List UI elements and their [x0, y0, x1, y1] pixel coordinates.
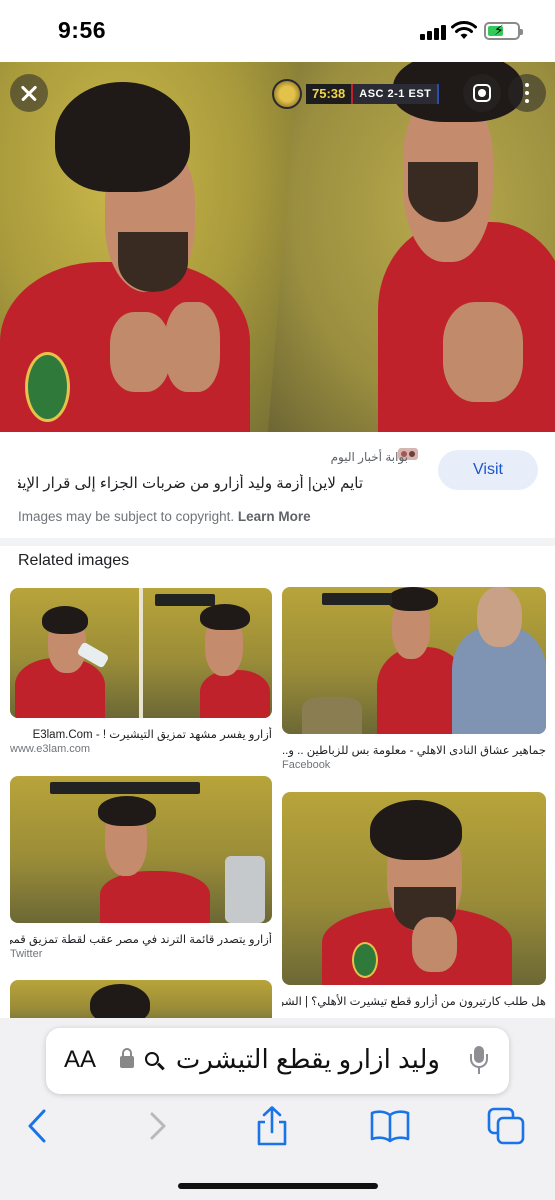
related-image-source: www.e3lam.com — [10, 743, 91, 755]
lock-icon — [120, 1048, 134, 1070]
tabs-icon[interactable] — [486, 1106, 526, 1146]
copyright-notice: Images may be subject to copyright. Lear… — [18, 509, 311, 524]
bookmarks-book-icon[interactable] — [370, 1106, 410, 1146]
related-image-caption[interactable]: جماهير عشاق النادى الاهلي - معلومة بس لل… — [282, 743, 546, 757]
related-image-source: Twitter — [10, 948, 43, 960]
microphone-icon[interactable] — [470, 1046, 488, 1076]
wifi-icon — [451, 21, 477, 39]
main-image-left-frame — [0, 62, 300, 432]
main-image[interactable]: 75:38 ASC 2-1 EST — [0, 62, 555, 432]
text-size-label: AA — [64, 1046, 97, 1073]
section-divider — [0, 538, 555, 546]
related-image-thumb[interactable] — [282, 792, 546, 985]
text-size-button[interactable]: AA — [64, 1046, 96, 1074]
scoreboard: 75:38 ASC 2-1 EST — [272, 79, 440, 109]
battery-charging-icon: ⚡ — [484, 22, 523, 40]
source-name[interactable]: بوابة أخبار اليوم — [38, 450, 408, 464]
charging-bolt-icon: ⚡ — [494, 22, 504, 38]
forward-chevron-icon[interactable] — [138, 1106, 178, 1146]
close-icon[interactable] — [10, 74, 48, 112]
scoreboard-score: ASC 2-1 EST — [351, 84, 440, 104]
main-image-right-frame — [268, 62, 555, 432]
scoreboard-time: 75:38 — [306, 84, 352, 104]
share-icon[interactable] — [252, 1106, 292, 1146]
search-query[interactable]: وليد ازارو يقطع التيشرت — [168, 1044, 440, 1075]
related-image-thumb[interactable] — [282, 587, 546, 734]
related-image-thumb[interactable] — [10, 776, 272, 923]
back-chevron-icon[interactable] — [18, 1106, 58, 1146]
home-indicator[interactable] — [178, 1183, 378, 1189]
tournament-logo-icon — [272, 79, 302, 109]
related-image-caption[interactable]: هل طلب كارتيرون من أزارو قطع تيشيرت الأه… — [282, 994, 546, 1008]
copyright-text: Images may be subject to copyright. — [18, 509, 235, 524]
related-image-caption[interactable]: أزارو يتصدر قائمة الترند في مصر عقب لقطة… — [10, 932, 272, 946]
related-image-source: Facebook — [282, 759, 331, 771]
visit-button[interactable]: Visit — [438, 450, 538, 490]
more-vertical-icon[interactable] — [508, 74, 546, 112]
related-image-caption[interactable]: أزارو يفسر مشهد تمزيق التيشيرت ! - E3lam… — [10, 727, 272, 741]
learn-more-link[interactable]: Learn More — [238, 509, 311, 524]
related-images-heading: Related images — [18, 552, 130, 569]
google-lens-icon[interactable] — [463, 74, 501, 112]
cellular-signal-icon — [420, 24, 446, 40]
search-icon — [145, 1052, 165, 1070]
related-image-thumb[interactable] — [10, 588, 272, 718]
status-time: 9:56 — [58, 17, 107, 43]
status-bar: 9:56 ⚡ — [0, 0, 555, 62]
result-title[interactable]: تايم لاين| أزمة وليد أزارو من ضربات الجز… — [18, 474, 363, 492]
